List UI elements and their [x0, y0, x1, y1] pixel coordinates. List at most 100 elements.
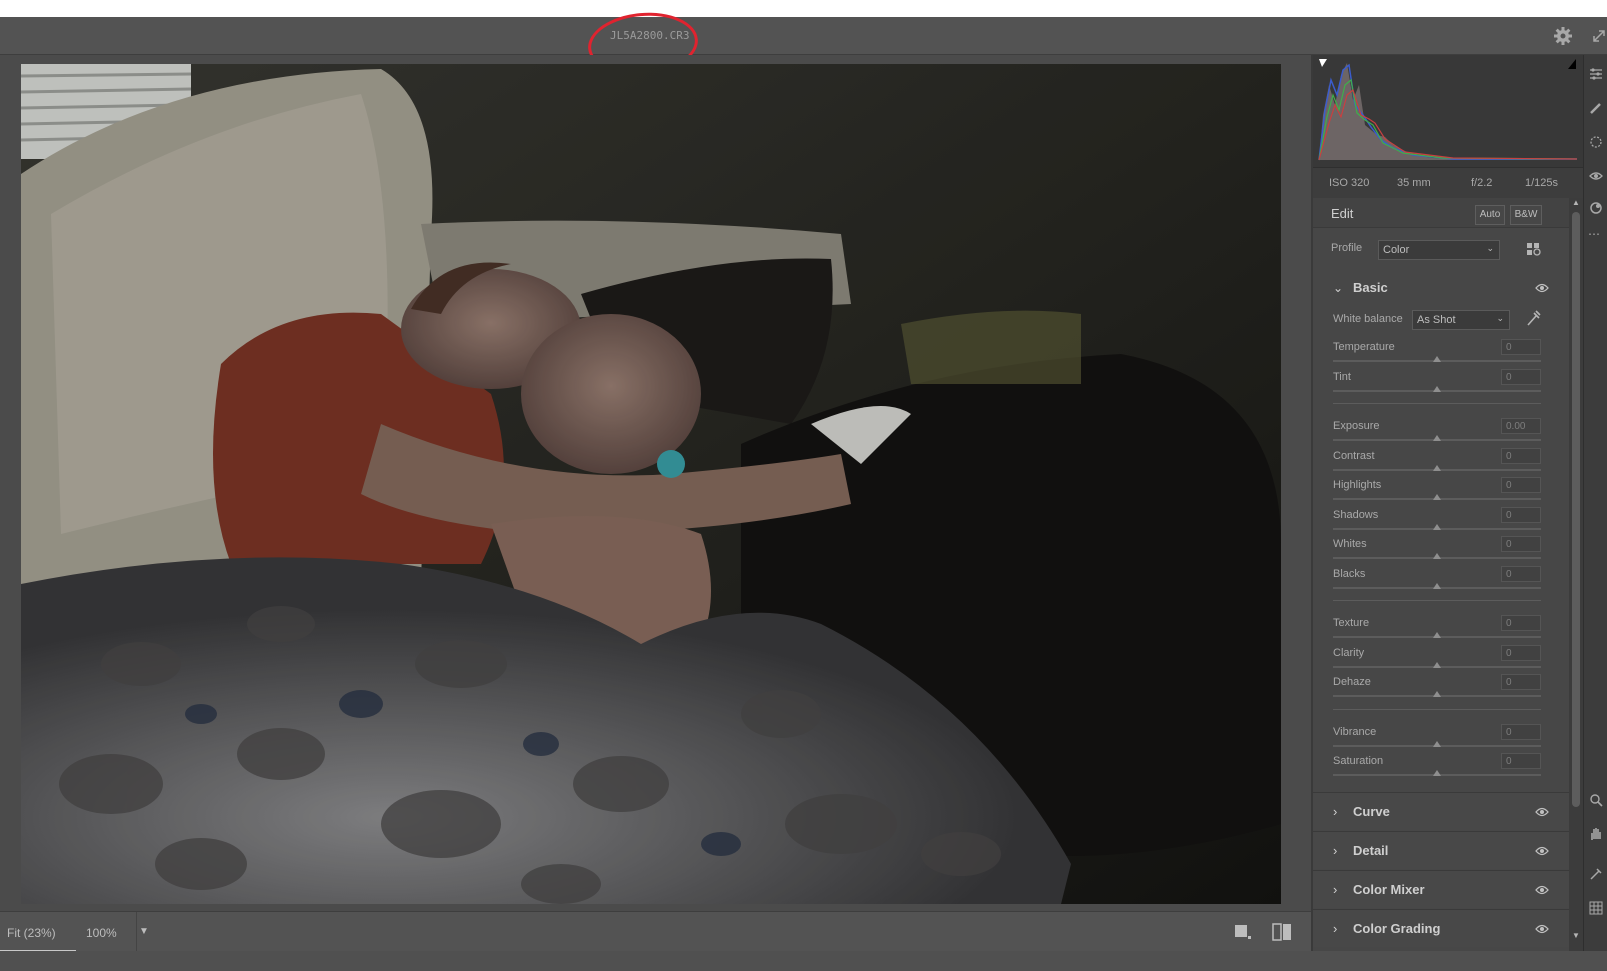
slider-value-input[interactable]: 0 — [1501, 615, 1541, 631]
highlight-clipping-icon[interactable] — [1568, 59, 1576, 69]
eye-icon[interactable] — [1535, 806, 1549, 818]
slider-dehaze[interactable]: Dehaze 0 — [1313, 673, 1569, 702]
slider-saturation[interactable]: Saturation 0 — [1313, 752, 1569, 781]
edit-title: Edit — [1331, 206, 1354, 221]
slider-shadows[interactable]: Shadows 0 — [1313, 506, 1569, 535]
slider-value-input[interactable]: 0 — [1501, 368, 1541, 385]
white-balance-label: White balance — [1333, 313, 1403, 325]
slider-thumb[interactable] — [1433, 661, 1441, 668]
section-basic[interactable]: ⌄ Basic — [1313, 270, 1569, 306]
slider-thumb[interactable] — [1433, 553, 1441, 559]
edit-sliders-icon[interactable] — [1589, 67, 1603, 81]
slider-clarity[interactable]: Clarity 0 — [1313, 644, 1569, 673]
histogram — [1313, 55, 1583, 167]
zoom-dropdown-arrow[interactable]: ▼ — [136, 912, 150, 952]
slider-label: Whites — [1333, 538, 1367, 550]
slider-thumb[interactable] — [1433, 523, 1441, 530]
eye-icon[interactable] — [1535, 845, 1549, 857]
slider-blacks[interactable]: Blacks 0 — [1313, 565, 1569, 594]
before-after-icon[interactable] — [1272, 923, 1292, 941]
slider-exposure[interactable]: Exposure 0.00 — [1313, 417, 1569, 446]
chevron-down-icon: ⌄ — [1486, 243, 1494, 253]
slider-thumb[interactable] — [1433, 464, 1441, 471]
slider-value-input[interactable]: 0 — [1501, 339, 1541, 355]
slider-value-input[interactable]: 0 — [1501, 644, 1541, 661]
panel-scrollbar[interactable]: ▲ ▼ — [1569, 198, 1583, 951]
presets-icon[interactable] — [1589, 201, 1603, 215]
section-title: Curve — [1353, 804, 1390, 819]
slider-temperature[interactable]: Temperature 0 — [1313, 338, 1569, 367]
slider-thumb[interactable] — [1433, 494, 1441, 500]
exif-shutter: 1/125s — [1525, 177, 1559, 189]
slider-value-input[interactable]: 0 — [1501, 477, 1541, 493]
slider-value-input[interactable]: 0 — [1501, 565, 1541, 582]
slider-thumb[interactable] — [1433, 632, 1441, 638]
more-icon[interactable]: ⋯ — [1588, 227, 1600, 241]
eyedropper-icon[interactable] — [1525, 310, 1541, 328]
expand-icon[interactable] — [1590, 26, 1607, 46]
photo-preview[interactable] — [21, 64, 1281, 904]
slider-whites[interactable]: Whites 0 — [1313, 535, 1569, 564]
slider-value-input[interactable]: 0 — [1501, 536, 1541, 552]
slider-highlights[interactable]: Highlights 0 — [1313, 476, 1569, 505]
slider-value-input[interactable]: 0 — [1501, 674, 1541, 690]
single-view-icon[interactable] — [1234, 924, 1252, 940]
settings-gear-icon[interactable] — [1553, 26, 1573, 46]
slider-thumb[interactable] — [1433, 582, 1441, 589]
healing-brush-icon[interactable] — [1589, 101, 1603, 115]
slider-thumb[interactable] — [1433, 691, 1441, 697]
profile-value: Color — [1383, 244, 1410, 256]
slider-value-input[interactable]: 0 — [1501, 723, 1541, 740]
zoom-fit-button[interactable]: Fit (23%) — [0, 912, 76, 952]
slider-thumb[interactable] — [1433, 770, 1441, 776]
slider-value-input[interactable]: 0.00 — [1501, 418, 1541, 434]
slider-label: Tint — [1333, 370, 1351, 383]
white-balance-select[interactable]: As Shot ⌄ — [1412, 310, 1510, 330]
exif-info-bar: ISO 320 35 mm f/2.2 1/125s — [1313, 167, 1583, 198]
slider-thumb[interactable] — [1433, 740, 1441, 747]
profile-browser-icon[interactable] — [1526, 242, 1542, 256]
zoom-100-button[interactable]: 100% — [78, 912, 136, 952]
slider-value-input[interactable]: 0 — [1501, 753, 1541, 769]
section-curve[interactable]: › Curve — [1313, 792, 1569, 830]
eye-icon[interactable] — [1535, 923, 1549, 935]
slider-thumb[interactable] — [1433, 385, 1441, 392]
bw-button[interactable]: B&W — [1510, 205, 1542, 225]
profile-select[interactable]: Color ⌄ — [1378, 240, 1500, 260]
slider-contrast[interactable]: Contrast 0 — [1313, 447, 1569, 476]
image-canvas[interactable] — [0, 55, 1311, 911]
slider-value-input[interactable]: 0 — [1501, 447, 1541, 464]
auto-button[interactable]: Auto — [1475, 205, 1505, 225]
chevron-right-icon: › — [1333, 921, 1338, 936]
zoom-icon[interactable] — [1589, 793, 1603, 807]
shadow-clipping-icon[interactable] — [1319, 59, 1327, 67]
eye-icon[interactable] — [1535, 282, 1549, 294]
scroll-thumb[interactable] — [1572, 212, 1580, 807]
chevron-right-icon: › — [1333, 804, 1338, 819]
mask-icon[interactable] — [1589, 135, 1603, 149]
slider-vibrance[interactable]: Vibrance 0 — [1313, 723, 1569, 752]
slider-label: Texture — [1333, 617, 1370, 629]
slider-label: Exposure — [1333, 420, 1380, 432]
slider-label: Clarity — [1333, 646, 1365, 659]
section-color-grading[interactable]: › Color Grading — [1313, 909, 1569, 947]
slider-value-input[interactable]: 0 — [1501, 506, 1541, 523]
eye-icon[interactable] — [1535, 884, 1549, 896]
slider-label: Shadows — [1333, 508, 1379, 521]
slider-thumb[interactable] — [1433, 356, 1441, 362]
slider-label: Dehaze — [1333, 676, 1371, 688]
slider-label: Highlights — [1333, 479, 1382, 491]
sleeping-children-photo — [21, 64, 1281, 904]
section-detail[interactable]: › Detail — [1313, 831, 1569, 869]
grid-icon[interactable] — [1589, 901, 1603, 915]
slider-texture[interactable]: Texture 0 — [1313, 614, 1569, 643]
scroll-down-arrow[interactable]: ▼ — [1569, 931, 1583, 943]
scroll-up-arrow[interactable]: ▲ — [1569, 198, 1583, 210]
section-color-mixer[interactable]: › Color Mixer — [1313, 870, 1569, 908]
sampler-icon[interactable] — [1589, 867, 1603, 881]
white-balance-value: As Shot — [1417, 314, 1456, 326]
slider-thumb[interactable] — [1433, 435, 1441, 441]
slider-tint[interactable]: Tint 0 — [1313, 368, 1569, 397]
hand-icon[interactable] — [1589, 827, 1603, 841]
red-eye-icon[interactable] — [1589, 169, 1603, 183]
